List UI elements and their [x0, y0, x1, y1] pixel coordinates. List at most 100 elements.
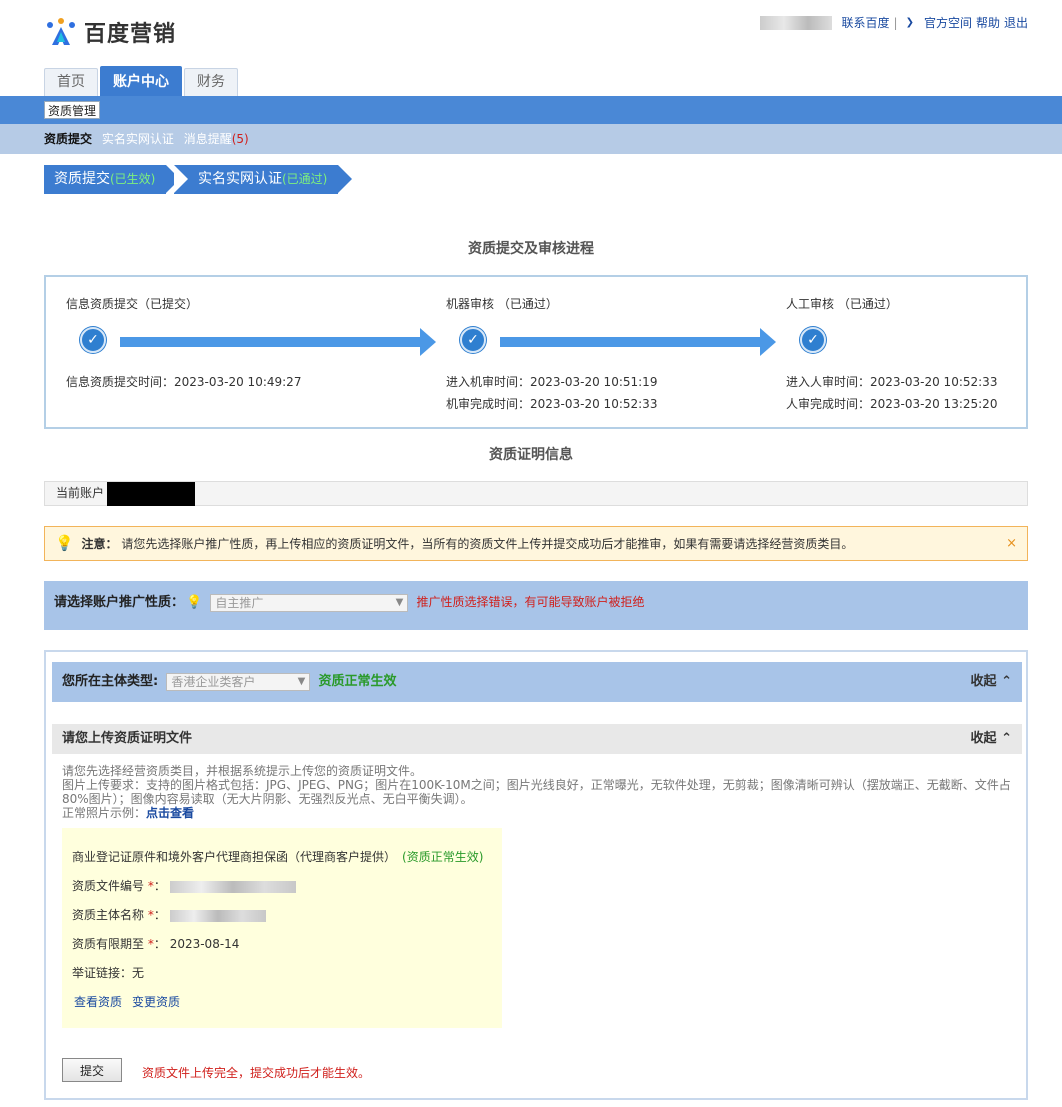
- stage-machine-review: 机器审核 （已通过） 进入机审时间：2023-03-20 10:51:19 机审…: [446, 295, 657, 411]
- entity-type-select[interactable]: 香港企业类客户 ▼: [166, 672, 311, 691]
- check-icon: ✓: [460, 327, 486, 353]
- collapse-label: 收起: [970, 674, 997, 689]
- subtab-qualification-submit[interactable]: 资质提交: [44, 132, 92, 146]
- stage-manual-review: 人工审核 （已通过） 进入人审时间：2023-03-20 10:52:33 人审…: [786, 295, 997, 411]
- messages-label: 消息提醒: [183, 132, 232, 146]
- stage-times: 进入人审时间：2023-03-20 10:52:33 人审完成时间：2023-0…: [786, 371, 997, 415]
- collapse-upload-button[interactable]: 收起 ⌃: [971, 724, 1012, 754]
- stage-time: 人审完成时间：2023-03-20 13:25:20: [786, 397, 998, 411]
- message-count-badge: (5): [231, 132, 249, 146]
- collapse-entity-button[interactable]: 收起 ⌃: [971, 662, 1012, 702]
- entity-type-label: 您所在主体类型:: [62, 674, 159, 689]
- current-account-label: 当前账户: [56, 486, 105, 500]
- step-label: 资质提交: [54, 171, 110, 187]
- stage-title: 人工审核 （已通过）: [786, 297, 898, 311]
- entity-status: 资质正常生效: [318, 674, 397, 689]
- official-space-link[interactable]: 官方空间: [924, 14, 972, 31]
- blurred-doc-number: [169, 880, 296, 893]
- requirement-line: 图片上传要求：支持的图片格式包括：JPG、JPEG、PNG；图片在100K-10…: [62, 778, 1011, 806]
- help-link[interactable]: 帮助: [976, 14, 1000, 31]
- submit-tip: 资质文件上传完全，提交成功后才能生效。: [142, 1066, 371, 1080]
- lightbulb-icon: 💡: [186, 595, 203, 610]
- close-icon[interactable]: ×: [1006, 527, 1017, 560]
- chevron-down-icon: ▼: [395, 596, 404, 608]
- entity-type-bar: 您所在主体类型: 香港企业类客户 ▼ 资质正常生效 收起 ⌃: [52, 662, 1022, 702]
- upload-section-header: 请您上传资质证明文件 收起 ⌃: [52, 724, 1022, 754]
- tab-account-center[interactable]: 账户中心: [100, 66, 182, 96]
- tab-finance[interactable]: 财务: [184, 68, 238, 96]
- stage-title: 机器审核 （已通过）: [446, 297, 558, 311]
- arrow-line: [120, 337, 420, 347]
- sample-label: 正常照片示例：: [62, 806, 147, 820]
- separator: |: [893, 15, 898, 30]
- qualification-panel: 您所在主体类型: 香港企业类客户 ▼ 资质正常生效 收起 ⌃ 请您上传资质证明文…: [44, 650, 1028, 1100]
- step-status: (已通过): [282, 172, 328, 186]
- notice-banner: 💡 注意： 请您先选择账户推广性质，再上传相应的资质证明文件，当所有的资质文件上…: [44, 526, 1028, 561]
- doc-entity-label: 资质主体名称: [72, 908, 145, 922]
- doc-expiry-row: 资质有限期至 *： 2023-08-14: [72, 935, 492, 964]
- baidu-logo-icon: [47, 18, 75, 45]
- colon: ：: [153, 908, 166, 922]
- change-qualification-link[interactable]: 变更资质: [132, 995, 180, 1009]
- step-label: 实名实网认证: [198, 171, 282, 187]
- chevron-up-icon: ⌃: [1001, 674, 1012, 689]
- doc-link-value: 无: [132, 966, 145, 980]
- submit-button[interactable]: 提交: [62, 1058, 122, 1082]
- doc-expiry-value: 2023-08-14: [169, 937, 240, 951]
- doc-title: 商业登记证原件和境外客户代理商担保函（代理商客户提供）: [72, 850, 397, 864]
- promotion-type-value: 自主推广: [215, 595, 264, 610]
- doc-expiry-label: 资质有限期至: [72, 937, 145, 951]
- contact-baidu-link[interactable]: 联系百度: [842, 14, 890, 31]
- doc-number-row: 资质文件编号 *：: [72, 877, 492, 906]
- main-tabs: 首页 账户中心 财务: [44, 66, 240, 96]
- redacted-account-name: [107, 482, 195, 506]
- stage-time: 进入机审时间：2023-03-20 10:51:19: [446, 375, 658, 389]
- stage-time: 进入人审时间：2023-03-20 10:52:33: [786, 375, 998, 389]
- requirement-line: 请您先选择经营资质类目，并根据系统提示上传您的资质证明文件。: [62, 764, 423, 778]
- promotion-type-select[interactable]: 自主推广 ▼: [210, 593, 409, 612]
- entity-type-value: 香港企业类客户: [171, 674, 256, 689]
- progress-section-title: 资质提交及审核进程: [468, 241, 594, 257]
- promotion-type-label: 请选择账户推广性质：: [54, 595, 185, 610]
- stage-time: 信息资质提交时间：2023-03-20 10:49:27: [66, 375, 302, 389]
- chevron-down-icon: ▼: [297, 675, 306, 687]
- qualification-management-button[interactable]: 资质管理: [44, 101, 101, 119]
- top-links: 联系百度 | ❯ 官方空间 帮助 退出: [759, 14, 1028, 31]
- sub-tab-bar: 资质提交 实名实网认证 消息提醒(5): [0, 124, 1062, 154]
- logout-link[interactable]: 退出: [1004, 14, 1028, 31]
- view-sample-link[interactable]: 点击查看: [146, 806, 194, 820]
- blurred-entity-name: [169, 909, 266, 922]
- doc-link-label: 举证链接：: [72, 966, 133, 980]
- stage-title: 信息资质提交（已提交）: [66, 297, 199, 311]
- promotion-type-error: 推广性质选择错误，有可能导致账户被拒绝: [416, 595, 645, 609]
- arrow-line: [500, 337, 760, 347]
- subtab-realname[interactable]: 实名实网认证: [102, 132, 174, 146]
- lightbulb-icon: 💡: [55, 534, 74, 552]
- step-status: (已生效): [110, 172, 156, 186]
- qualification-document-card: 商业登记证原件和境外客户代理商担保函（代理商客户提供） (资质正常生效) 资质文件…: [62, 828, 502, 1028]
- doc-link-row: 举证链接：无: [72, 964, 492, 993]
- subtab-messages[interactable]: 消息提醒(5): [184, 132, 249, 146]
- stage-times: 信息资质提交时间：2023-03-20 10:49:27: [66, 371, 301, 393]
- doc-title-row: 商业登记证原件和境外客户代理商担保函（代理商客户提供） (资质正常生效): [72, 848, 492, 877]
- current-account-row: 当前账户: [44, 481, 1028, 506]
- chevron-down-icon[interactable]: ❯: [906, 17, 914, 28]
- check-icon: ✓: [80, 327, 106, 353]
- step-realname[interactable]: 实名实网认证(已通过): [174, 165, 352, 194]
- baidu-marketing-logo[interactable]: 百度营销: [44, 16, 176, 48]
- sub-nav-bar: 资质管理: [0, 96, 1062, 124]
- arrow-right-icon: [760, 328, 776, 356]
- colon: ：: [153, 937, 166, 951]
- cert-section-title: 资质证明信息: [489, 447, 573, 463]
- tab-home[interactable]: 首页: [44, 68, 98, 96]
- step-qualification-submit[interactable]: 资质提交(已生效): [44, 165, 180, 194]
- collapse-label: 收起: [970, 731, 997, 746]
- notice-label: 注意：: [81, 537, 118, 551]
- chevron-up-icon: ⌃: [1001, 731, 1012, 746]
- promotion-type-bar: 请选择账户推广性质： 💡 自主推广 ▼ 推广性质选择错误，有可能导致账户被拒绝: [44, 581, 1028, 630]
- logo-text: 百度营销: [84, 22, 177, 47]
- view-qualification-link[interactable]: 查看资质: [74, 995, 122, 1009]
- stage-submit: 信息资质提交（已提交） 信息资质提交时间：2023-03-20 10:49:27: [66, 295, 301, 389]
- check-icon: ✓: [800, 327, 826, 353]
- step-indicator: 资质提交(已生效) 实名实网认证(已通过): [44, 165, 352, 194]
